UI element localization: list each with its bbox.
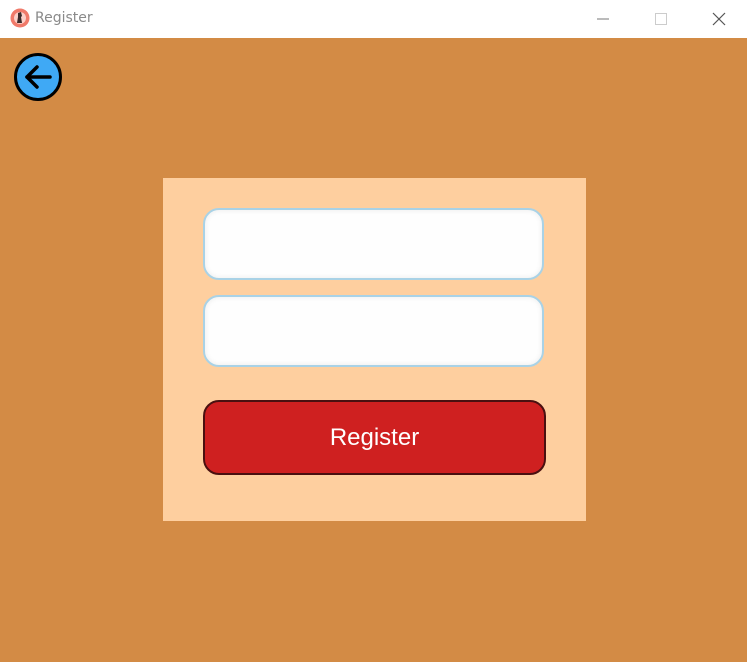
minimize-button[interactable] bbox=[574, 0, 632, 38]
register-button[interactable]: Register bbox=[203, 400, 546, 475]
window-title: Register bbox=[35, 10, 93, 26]
close-icon bbox=[712, 12, 726, 26]
chess-app-icon bbox=[10, 8, 30, 28]
close-button[interactable] bbox=[690, 0, 747, 38]
window-content: Register bbox=[0, 38, 747, 662]
register-button-label: Register bbox=[329, 423, 420, 451]
maximize-icon bbox=[655, 13, 667, 25]
maximize-button[interactable] bbox=[632, 0, 690, 38]
back-button[interactable] bbox=[14, 53, 62, 101]
minimize-icon bbox=[597, 18, 609, 20]
username-field[interactable] bbox=[203, 208, 544, 280]
title-bar: Register bbox=[0, 0, 747, 38]
password-field[interactable] bbox=[203, 295, 544, 367]
register-panel: Register bbox=[163, 178, 586, 521]
